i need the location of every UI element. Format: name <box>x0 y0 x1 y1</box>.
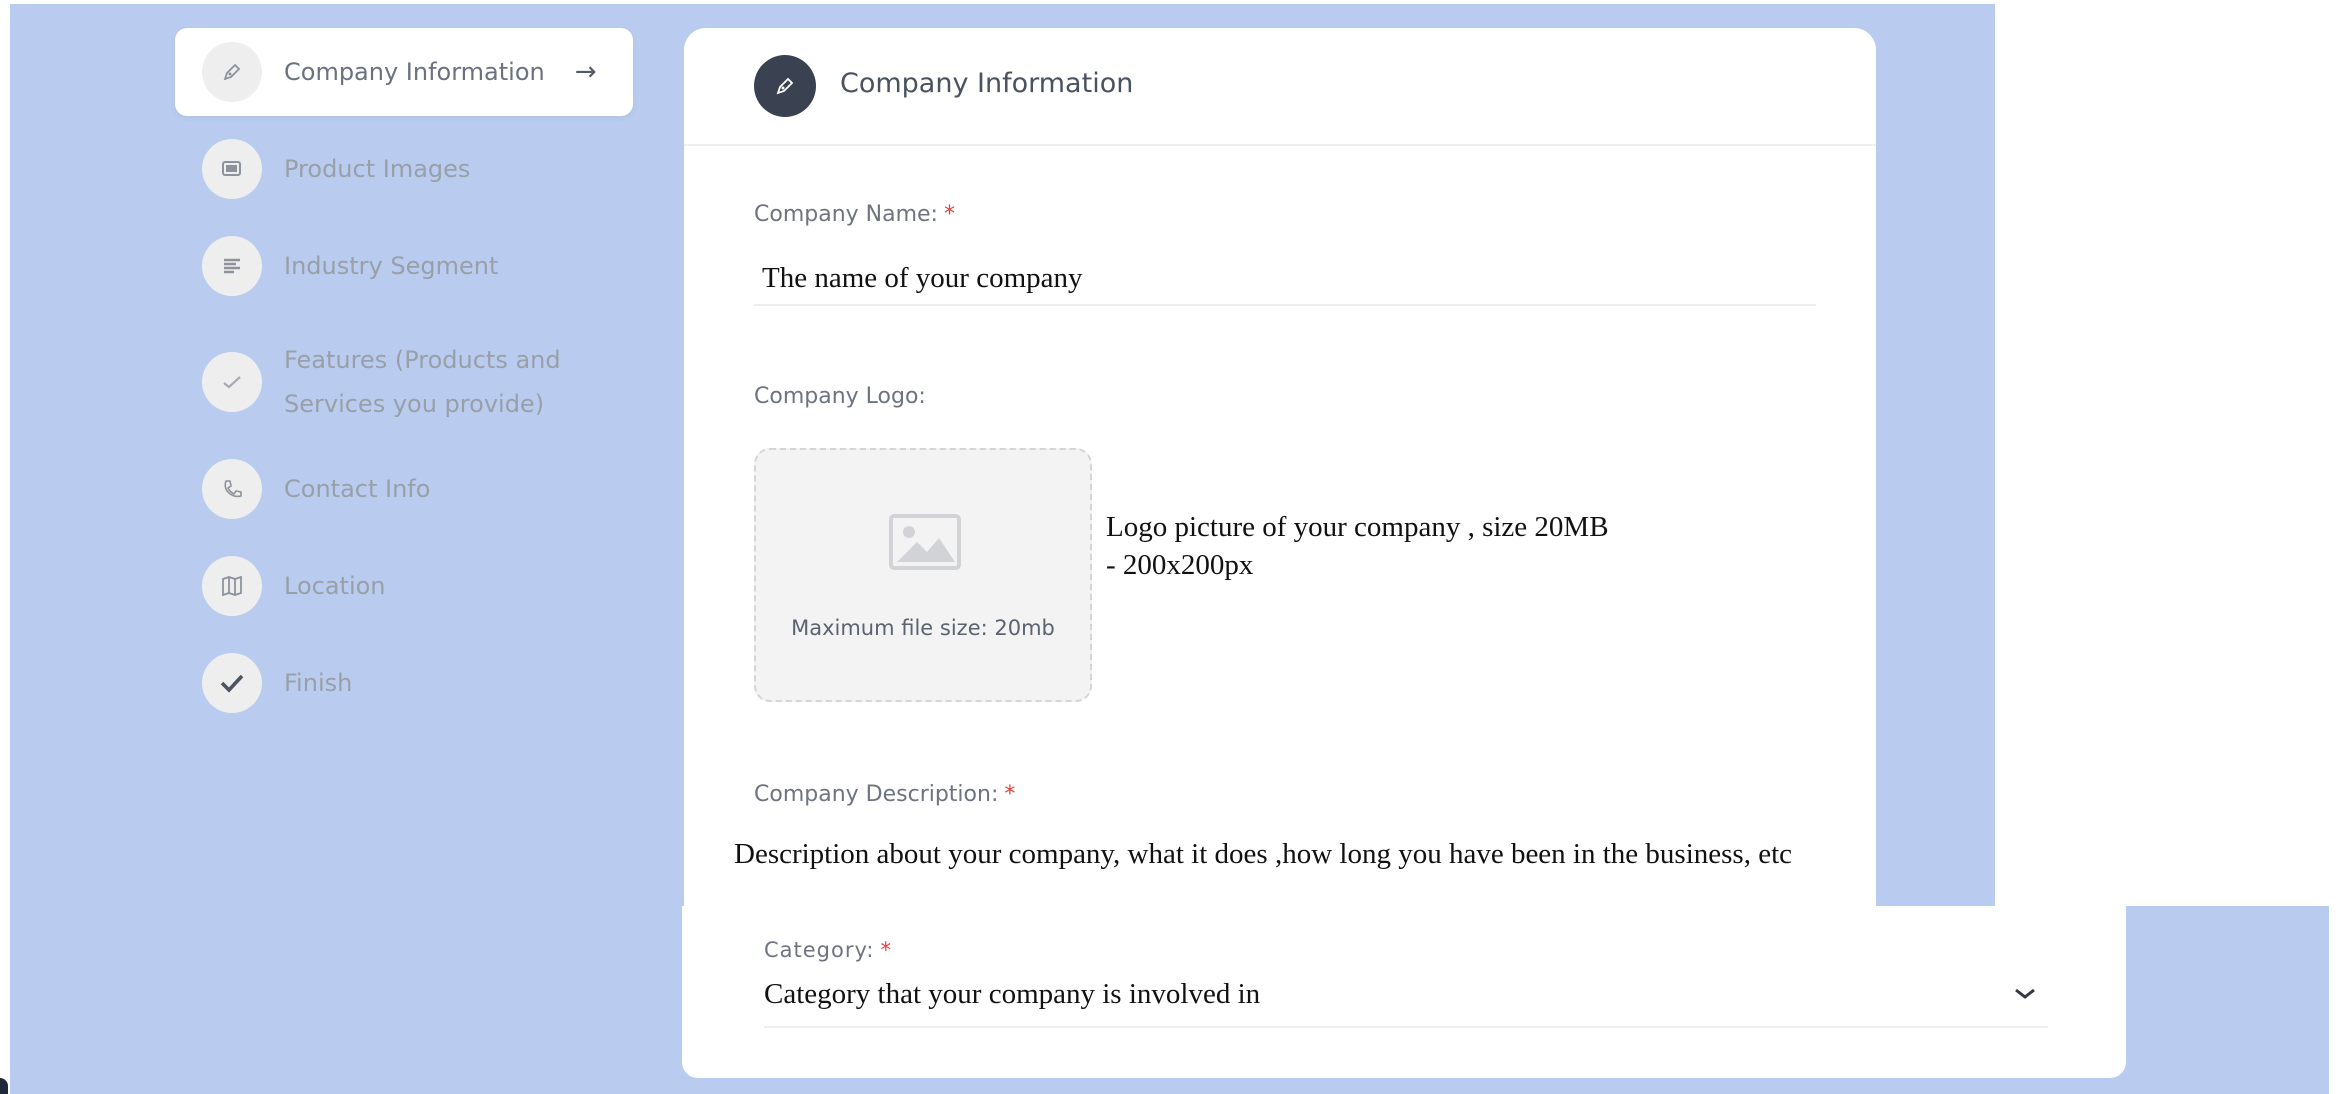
category-label: Category: * <box>764 938 892 962</box>
logo-hint-line1: Logo picture of your company , size 20MB <box>1106 511 1609 543</box>
required-marker: * <box>1004 782 1016 807</box>
category-underline <box>764 1026 2048 1028</box>
step-product-images[interactable]: Product Images <box>175 125 470 213</box>
image-icon <box>889 514 961 570</box>
step-label-line1: Features (Products and <box>284 346 561 374</box>
step-finish[interactable]: Finish <box>175 639 352 727</box>
logo-hint: Logo picture of your company , size 20MB… <box>1106 508 1726 584</box>
step-label: Industry Segment <box>284 252 499 280</box>
label-text: Category: <box>764 938 875 962</box>
logo-upload-dropzone[interactable]: Maximum file size: 20mb <box>754 448 1092 702</box>
pen-icon <box>754 55 816 117</box>
company-description-input[interactable]: Description about your company, what it … <box>734 838 1974 871</box>
step-label: Contact Info <box>284 475 431 503</box>
category-select[interactable]: Category that your company is involved i… <box>764 978 1260 1011</box>
step-industry-segment[interactable]: Industry Segment <box>175 222 498 310</box>
list-icon <box>202 236 262 296</box>
step-label: Company Information <box>284 58 545 86</box>
step-location[interactable]: Location <box>175 542 386 630</box>
company-name-label: Company Name: * <box>754 202 955 227</box>
window-corner <box>0 1078 8 1094</box>
card-header: Company Information <box>684 28 1876 146</box>
checkmark-icon <box>202 653 262 713</box>
company-name-input[interactable]: The name of your company <box>762 262 1083 295</box>
step-label: Finish <box>284 669 353 697</box>
arrow-right-icon: → <box>574 57 597 87</box>
label-text: Company Name: <box>754 202 938 227</box>
category-card: Category: * Category that your company is… <box>682 906 2126 1078</box>
chevron-down-icon[interactable] <box>2012 976 2038 1009</box>
check-icon <box>202 352 262 412</box>
phone-icon <box>202 459 262 519</box>
images-icon <box>202 139 262 199</box>
step-company-information[interactable]: Company Information → <box>175 28 633 116</box>
page-title: Company Information <box>840 68 1134 99</box>
label-text: Company Description: <box>754 782 999 807</box>
step-features[interactable]: Features (Products and Services you prov… <box>175 330 561 434</box>
step-label-line2: Services you provide) <box>284 390 545 418</box>
step-label: Location <box>284 572 386 600</box>
required-marker: * <box>943 202 955 227</box>
company-description-label: Company Description: * <box>754 782 1015 807</box>
required-marker: * <box>880 938 892 962</box>
map-icon <box>202 556 262 616</box>
company-logo-label: Company Logo: <box>754 384 926 409</box>
step-label: Product Images <box>284 155 471 183</box>
form-card: Company Information Company Name: * The n… <box>684 28 1876 906</box>
logo-hint-line2: - 200x200px <box>1106 549 1254 581</box>
step-contact-info[interactable]: Contact Info <box>175 445 430 533</box>
company-name-underline <box>754 304 1816 306</box>
pen-icon <box>202 42 262 102</box>
upload-caption: Maximum file size: 20mb <box>791 616 1055 640</box>
